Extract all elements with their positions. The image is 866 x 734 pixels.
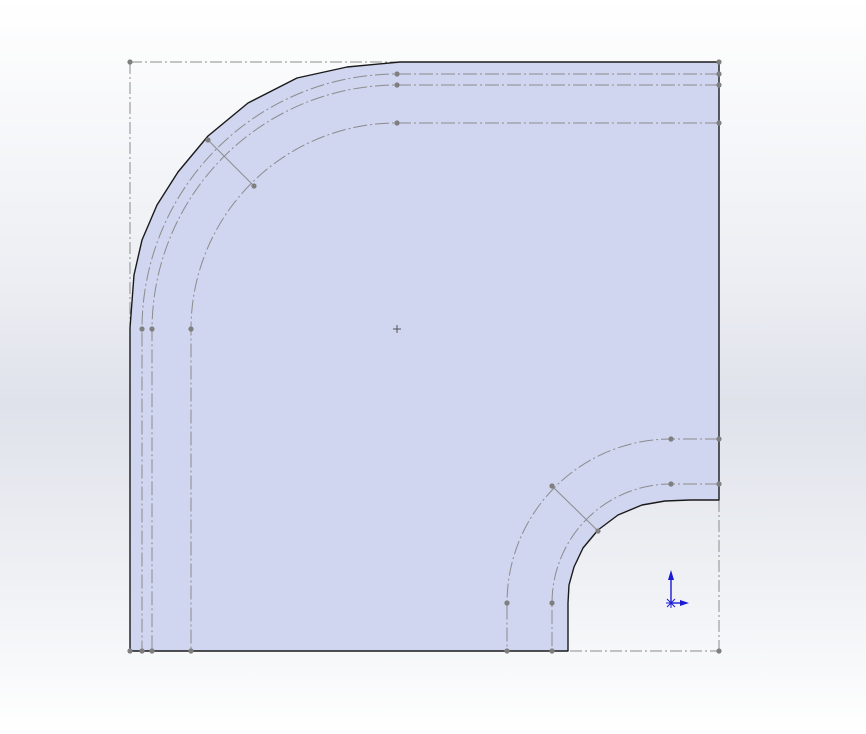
sketch-point[interactable] <box>394 71 400 77</box>
sketch-point[interactable] <box>716 120 722 126</box>
sketch-point[interactable] <box>149 648 155 654</box>
sketch-point[interactable] <box>504 600 510 606</box>
origin-point[interactable] <box>666 598 676 608</box>
sketch-point[interactable] <box>716 481 722 487</box>
graphics-area[interactable] <box>0 0 866 734</box>
sketch-point[interactable] <box>127 59 133 65</box>
sketch-point[interactable] <box>139 648 145 654</box>
sketch-point[interactable] <box>549 648 555 654</box>
sketch-point[interactable] <box>716 59 722 65</box>
sketch-point[interactable] <box>716 82 722 88</box>
sketch-point[interactable] <box>188 326 194 332</box>
sketch-point[interactable] <box>716 71 722 77</box>
coordinate-triad-icon <box>666 570 689 608</box>
sketch-point[interactable] <box>394 120 400 126</box>
sketch-point[interactable] <box>549 600 555 606</box>
sketch-point[interactable] <box>504 648 510 654</box>
sketch-point[interactable] <box>149 326 155 332</box>
sketch-point[interactable] <box>188 648 194 654</box>
origin-x-arrow <box>680 600 689 606</box>
sketch-point[interactable] <box>127 648 133 654</box>
sketch-point[interactable] <box>716 648 722 654</box>
flat-pattern-drawing[interactable] <box>0 0 866 734</box>
sketch-point[interactable] <box>595 528 601 534</box>
sketch-point[interactable] <box>668 481 674 487</box>
sketch-point[interactable] <box>668 436 674 442</box>
origin-y-arrow <box>668 570 674 580</box>
sketch-point[interactable] <box>251 183 257 189</box>
sketch-point[interactable] <box>205 137 211 143</box>
sketch-point[interactable] <box>549 483 555 489</box>
sketch-point[interactable] <box>394 82 400 88</box>
sketch-point[interactable] <box>139 326 145 332</box>
sketch-point[interactable] <box>716 436 722 442</box>
